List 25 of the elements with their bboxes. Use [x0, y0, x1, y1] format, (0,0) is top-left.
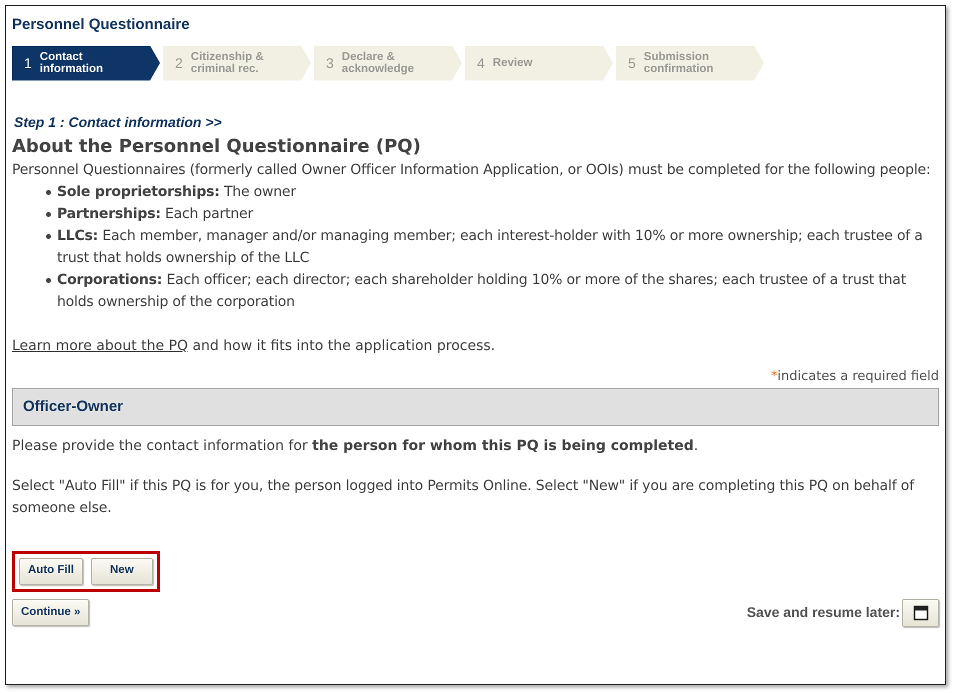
bullet-text: Partnerships: Each partner	[57, 204, 253, 224]
instruction-text: Please provide the contact information for the person for whom this PQ is being completed.	[12, 436, 700, 456]
continue-button[interactable]: Continue »	[12, 599, 90, 626]
bullet-icon	[46, 212, 51, 216]
choice-button[interactable]: Auto Fill	[19, 558, 83, 584]
save-label: Save and resume later:	[746, 603, 900, 622]
save-icon	[912, 604, 928, 620]
section-heading: About the Personnel Questionnaire (PQ)	[12, 134, 422, 158]
intro-text: Personnel Questionnaires (formerly called Owner Officer Information Application, or OOIs) must be completed for the following people:	[12, 160, 932, 180]
save-button[interactable]	[902, 598, 939, 626]
required-note: indicates a required field	[777, 368, 939, 386]
section-title: Officer-Owner	[23, 396, 124, 416]
bullet-icon	[46, 190, 51, 194]
choice-button[interactable]: New	[91, 558, 153, 584]
required-mark: *	[770, 368, 778, 386]
bullet-icon	[46, 278, 51, 282]
bullet-icon	[46, 234, 51, 238]
learn-more-text: Learn more about the PQ and how it fits into the application process.	[12, 336, 496, 356]
learn-more-link[interactable]: Learn more about the PQ	[12, 338, 188, 354]
page-title: Personnel Questionnaire	[12, 15, 191, 35]
bullet-text: Sole proprietorships: The owner	[57, 182, 296, 202]
bullet-text: LLCs: Each member, manager and/or managing member; each interest-holder with 10% or more ownership; each trustee of a trust that holds ownership of the LLC	[57, 226, 924, 268]
auto-fill-note: Select "Auto Fill" if this PQ is for you, the person logged into Permits Online. Select "New" if you are completing this PQ on behalf of someone else.	[12, 476, 916, 518]
breadcrumb: Step 1 : Contact information >>	[14, 112, 223, 132]
bullet-text: Corporations: Each officer; each director; each shareholder holding 10% or more of the shares; each trustee of a trust that holds ownership of the corporation	[57, 270, 907, 312]
